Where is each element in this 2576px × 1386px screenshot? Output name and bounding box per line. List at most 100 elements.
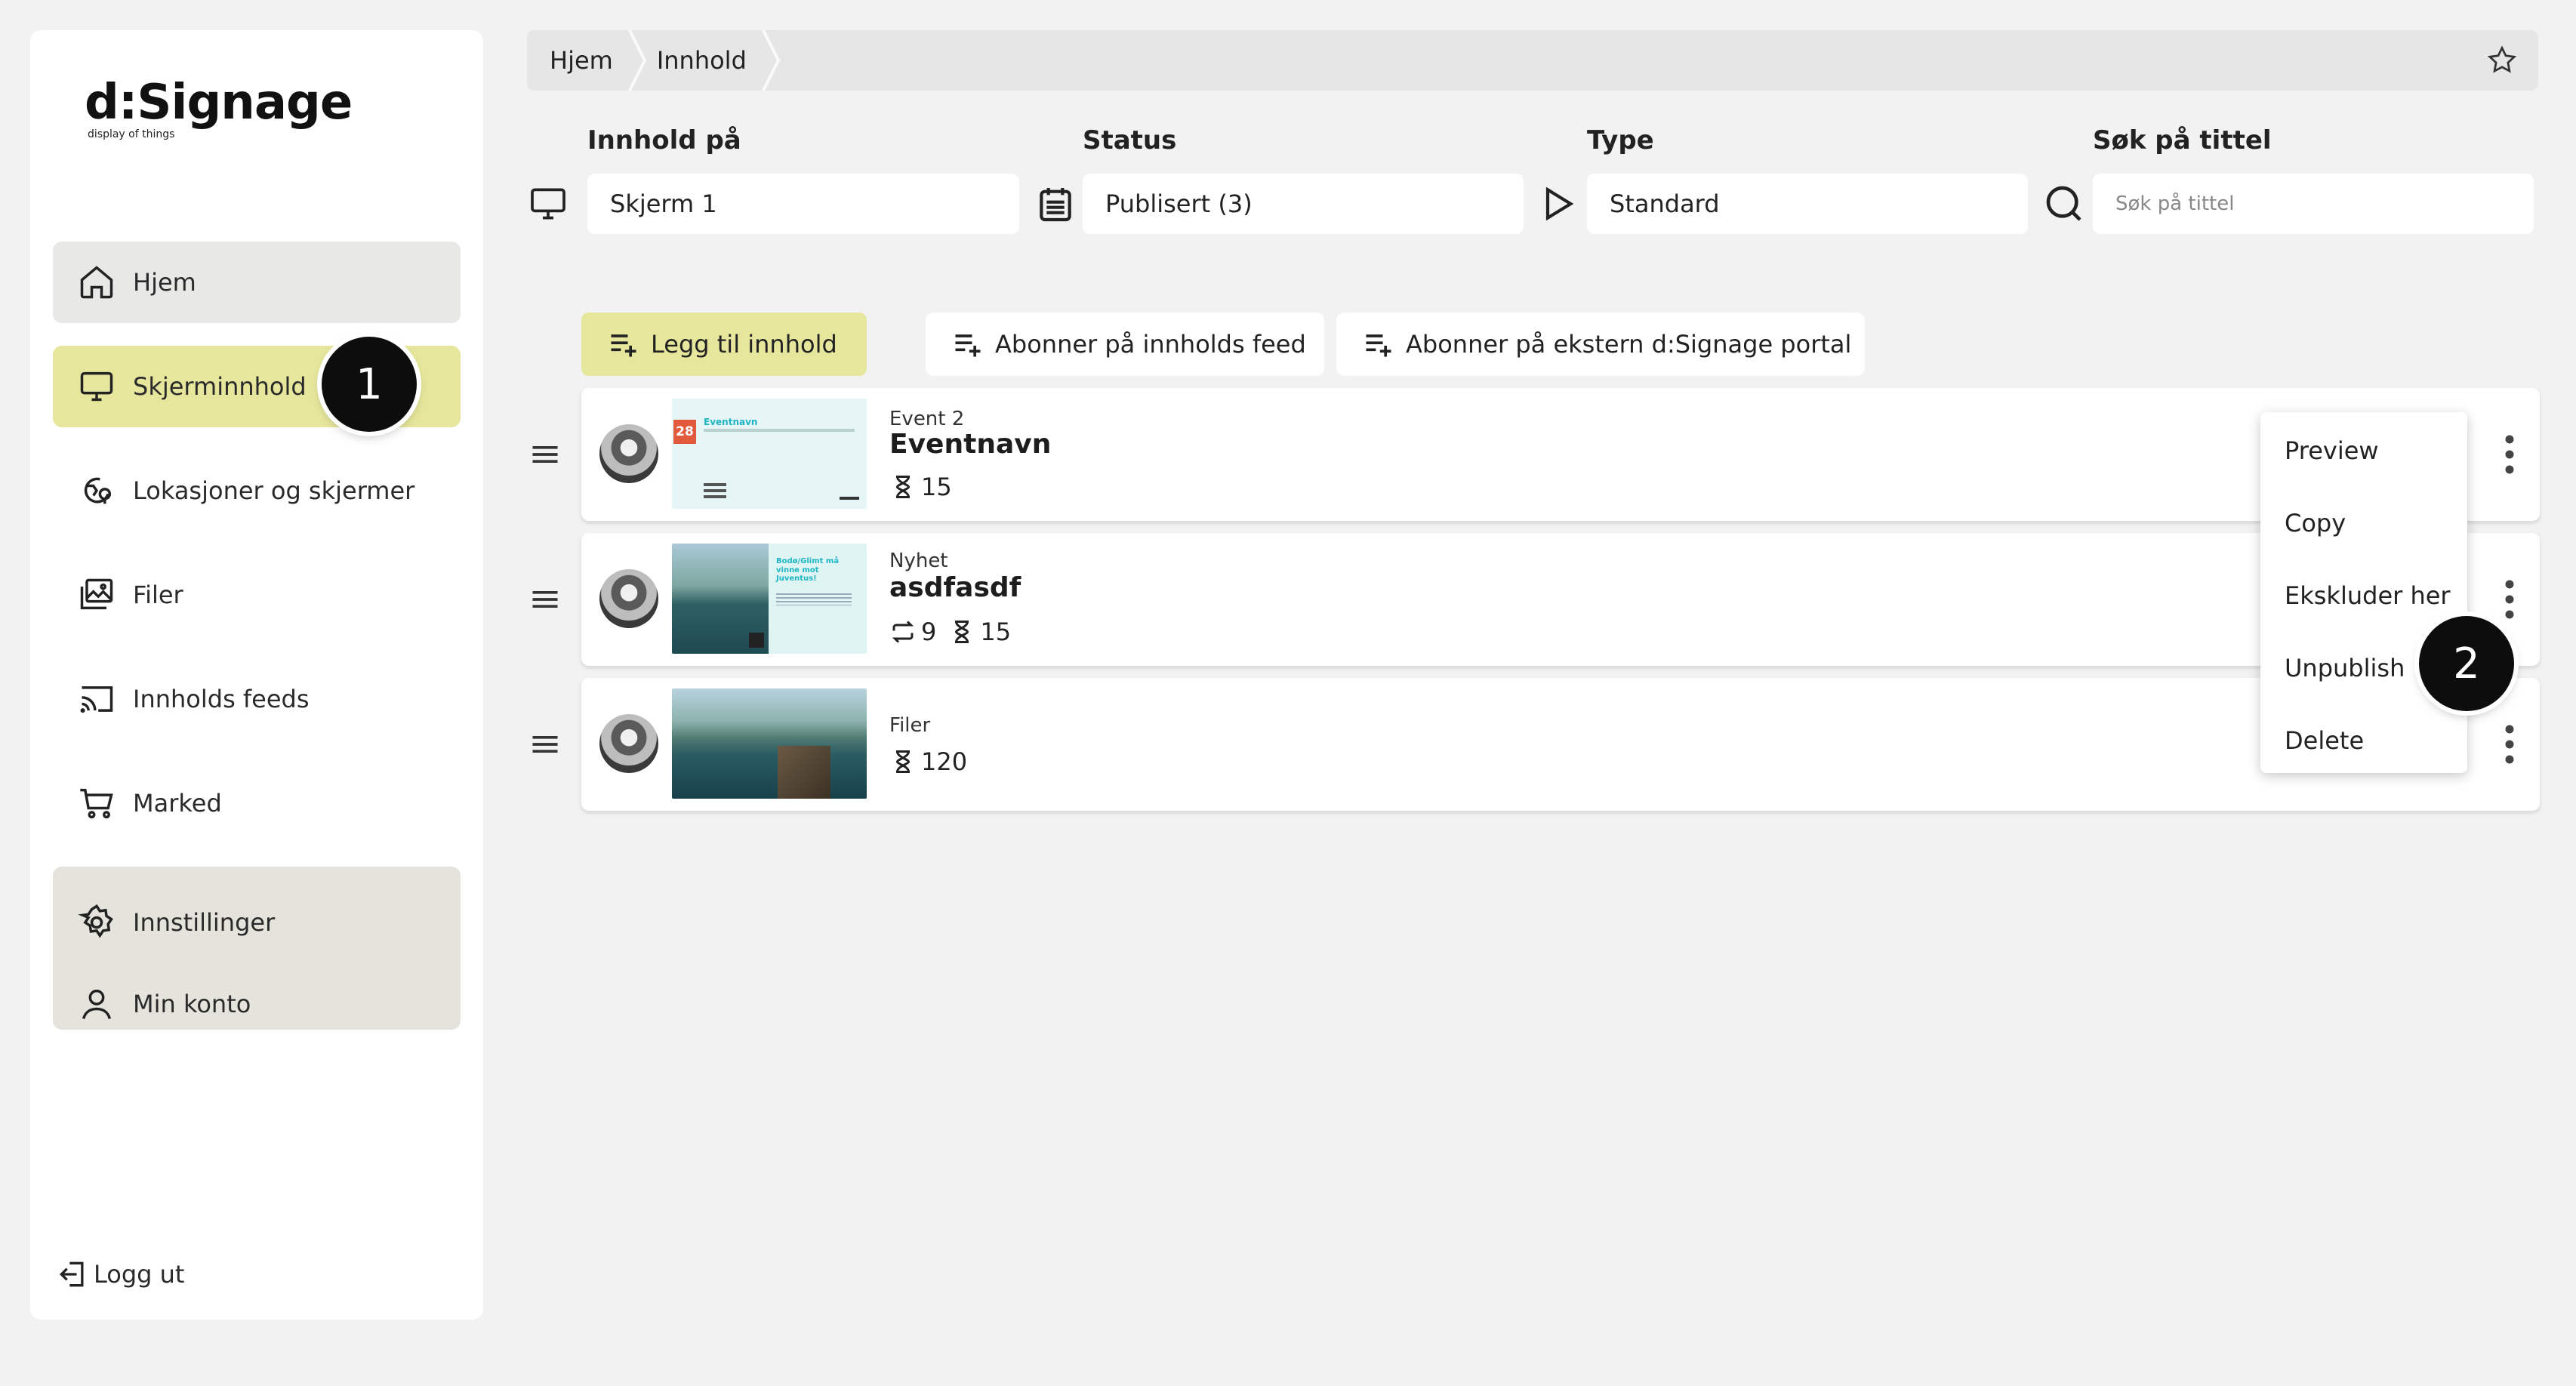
hourglass-icon bbox=[955, 621, 969, 643]
more-vertical-icon[interactable] bbox=[2502, 432, 2517, 477]
sidebar-item-label: Hjem bbox=[133, 268, 196, 297]
images-icon bbox=[80, 578, 113, 610]
logo[interactable]: d:Signage display of things bbox=[85, 79, 371, 169]
qr-code-icon bbox=[749, 633, 764, 648]
avatar bbox=[599, 569, 658, 628]
location-icon bbox=[84, 477, 112, 504]
drag-handle-icon[interactable] bbox=[528, 583, 562, 616]
add-content-label: Legg til innhold bbox=[651, 330, 837, 359]
thumbnail-heading: Eventnavn bbox=[704, 417, 758, 427]
row-meta: 120 bbox=[889, 747, 979, 776]
user-icon bbox=[82, 989, 112, 1020]
sidebar-item-label: Marked bbox=[133, 789, 222, 818]
thumbnail-text-line bbox=[704, 483, 726, 486]
step-badge-2: 2 bbox=[2419, 616, 2514, 711]
sidebar-item-home[interactable]: Hjem bbox=[53, 242, 461, 323]
more-vertical-icon[interactable] bbox=[2502, 722, 2517, 767]
search-icon bbox=[2046, 186, 2081, 221]
context-menu: Preview Copy Ekskluder her Unpublish Del… bbox=[2260, 412, 2467, 773]
duration-group: 120 bbox=[889, 747, 967, 776]
hourglass-icon bbox=[895, 476, 911, 498]
monitor-icon bbox=[80, 371, 113, 402]
home-icon bbox=[80, 266, 113, 299]
sidebar-item-settings[interactable]: Innstillinger bbox=[53, 897, 461, 948]
status-select-value: Publisert (3) bbox=[1105, 189, 1253, 218]
filter-label-status: Status bbox=[1083, 125, 1177, 156]
sidebar: d:Signage display of things Hjem Skjermi… bbox=[30, 30, 483, 1320]
logo-text: d:Signage bbox=[85, 75, 353, 131]
row-type: Nyhet bbox=[889, 550, 948, 572]
playlist-add-icon bbox=[1366, 334, 1391, 357]
image-thumbnail bbox=[672, 688, 867, 799]
playlist-add-icon bbox=[611, 334, 636, 357]
menu-item-delete[interactable]: Delete bbox=[2285, 726, 2364, 755]
cast-icon bbox=[80, 686, 113, 713]
sidebar-item-locations[interactable]: Lokasjoner og skjermer bbox=[53, 450, 461, 531]
avatar bbox=[599, 714, 658, 773]
more-vertical-icon[interactable] bbox=[2502, 577, 2517, 622]
thumbnail-text-line bbox=[704, 495, 726, 498]
chevron-right-icon bbox=[762, 30, 781, 91]
menu-item-copy[interactable]: Copy bbox=[2285, 509, 2346, 537]
sidebar-item-label: Innstillinger bbox=[133, 908, 276, 937]
sidebar-item-label: Innholds feeds bbox=[133, 685, 310, 713]
gear-icon bbox=[78, 904, 113, 938]
content-row[interactable]: 28 Eventnavn Event 2 Eventnavn 15 bbox=[581, 388, 2540, 521]
monitor-icon bbox=[531, 188, 565, 220]
add-content-button[interactable]: Legg til innhold bbox=[581, 313, 867, 376]
thumbnail-logo-mark bbox=[840, 497, 859, 500]
subscribe-feed-label: Abonner på innholds feed bbox=[995, 330, 1306, 359]
star-icon[interactable] bbox=[2485, 44, 2519, 77]
repeat-icon bbox=[892, 621, 914, 643]
sidebar-item-label: Min konto bbox=[133, 990, 251, 1018]
sidebar-item-market[interactable]: Marked bbox=[53, 762, 461, 844]
hourglass-icon bbox=[895, 750, 911, 773]
logout-label: Logg ut bbox=[94, 1260, 185, 1289]
thumbnail-text-line bbox=[704, 429, 855, 432]
row-type: Event 2 bbox=[889, 408, 965, 430]
breadcrumb: Hjem Innhold bbox=[527, 30, 2538, 91]
drag-handle-icon[interactable] bbox=[528, 728, 562, 761]
cart-icon bbox=[80, 788, 113, 819]
sidebar-item-label: Filer bbox=[133, 581, 183, 609]
step-badge-1: 1 bbox=[322, 337, 417, 432]
drag-handle-icon[interactable] bbox=[528, 438, 562, 471]
row-meta: 9 15 bbox=[889, 618, 1023, 646]
chevron-right-icon bbox=[628, 30, 647, 91]
sidebar-item-content-feeds[interactable]: Innholds feeds bbox=[53, 658, 461, 740]
filter-label-content-on: Innhold på bbox=[587, 125, 741, 156]
subscribe-portal-button[interactable]: Abonner på ekstern d:Signage portal bbox=[1336, 313, 1865, 376]
row-title: asdfasdf bbox=[889, 572, 1021, 603]
logout-button[interactable]: Logg ut bbox=[56, 1258, 184, 1291]
sidebar-item-files[interactable]: Filer bbox=[53, 554, 461, 636]
duration-group: 15 bbox=[889, 473, 952, 501]
search-field[interactable] bbox=[2093, 174, 2534, 234]
thumbnail-date: 28 bbox=[673, 420, 696, 444]
event-thumbnail: 28 Eventnavn bbox=[672, 399, 867, 509]
search-input[interactable] bbox=[2115, 192, 2534, 215]
playlist-add-icon bbox=[955, 334, 981, 357]
menu-item-preview[interactable]: Preview bbox=[2285, 436, 2379, 465]
menu-item-exclude-here[interactable]: Ekskluder her bbox=[2285, 581, 2451, 610]
news-thumbnail: Bodø/Glimt må vinne mot Juventus! bbox=[672, 544, 867, 654]
avatar bbox=[599, 424, 658, 483]
duration-group: 15 bbox=[948, 618, 1011, 646]
type-select[interactable]: Standard bbox=[1587, 174, 2028, 234]
sidebar-item-my-account[interactable]: Min konto bbox=[53, 978, 461, 1030]
type-select-value: Standard bbox=[1610, 189, 1720, 218]
thumbnail-heading: Bodø/Glimt må vinne mot Juventus! bbox=[776, 557, 840, 583]
screen-select[interactable]: Skjerm 1 bbox=[587, 174, 1019, 234]
content-row[interactable]: Bodø/Glimt må vinne mot Juventus! Nyhet … bbox=[581, 533, 2540, 666]
menu-item-unpublish[interactable]: Unpublish bbox=[2285, 654, 2405, 682]
breadcrumb-content[interactable]: Innhold bbox=[651, 30, 760, 91]
sidebar-item-label: Skjerminnhold bbox=[133, 372, 307, 401]
subscribe-feed-button[interactable]: Abonner på innholds feed bbox=[926, 313, 1324, 376]
content-row[interactable]: Filer 120 bbox=[581, 678, 2540, 811]
subscribe-portal-label: Abonner på ekstern d:Signage portal bbox=[1406, 330, 1852, 359]
screen-select-value: Skjerm 1 bbox=[610, 189, 717, 218]
status-select[interactable]: Publisert (3) bbox=[1083, 174, 1524, 234]
play-icon bbox=[1545, 186, 1574, 221]
thumbnail-text-line bbox=[704, 489, 726, 492]
duration-value: 15 bbox=[980, 618, 1012, 646]
breadcrumb-home[interactable]: Hjem bbox=[527, 30, 627, 91]
